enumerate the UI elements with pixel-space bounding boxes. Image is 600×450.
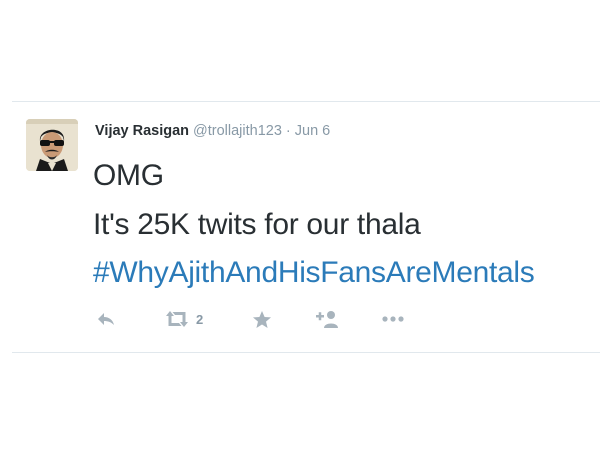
more-dots-icon xyxy=(382,316,404,322)
hashtag-link[interactable]: #WhyAjithAndHisFansAreMentals xyxy=(93,249,535,298)
favorite-button[interactable] xyxy=(252,307,272,331)
follow-icon xyxy=(316,311,338,328)
tweet-timestamp[interactable]: Jun 6 xyxy=(295,123,330,139)
reply-icon xyxy=(98,313,114,325)
author-name[interactable]: Vijay Rasigan xyxy=(95,123,189,139)
avatar[interactable] xyxy=(26,119,78,171)
follow-button[interactable] xyxy=(316,307,340,331)
retweet-button[interactable]: 2 xyxy=(164,307,203,331)
tweet-text-line: It's 25K twits for our thala xyxy=(93,207,421,241)
reply-button[interactable] xyxy=(96,307,116,331)
tweet-header: Vijay Rasigan @trollajith123 · Jun 6 xyxy=(95,122,330,140)
tweet-actions: 2 xyxy=(92,307,412,331)
tweet-card[interactable]: Vijay Rasigan @trollajith123 · Jun 6 OMG It… xyxy=(12,101,600,353)
tweet-text: OMG It's 25K twits for our thala #WhyAji… xyxy=(93,152,535,298)
retweet-icon xyxy=(166,311,188,327)
more-button[interactable] xyxy=(382,307,404,331)
retweet-count: 2 xyxy=(196,311,204,327)
tweet-text-line: OMG xyxy=(93,159,164,192)
star-icon xyxy=(253,310,271,328)
avatar-image xyxy=(26,119,78,171)
header-separator: · xyxy=(285,123,291,139)
author-username[interactable]: @trollajith123 xyxy=(193,123,282,139)
